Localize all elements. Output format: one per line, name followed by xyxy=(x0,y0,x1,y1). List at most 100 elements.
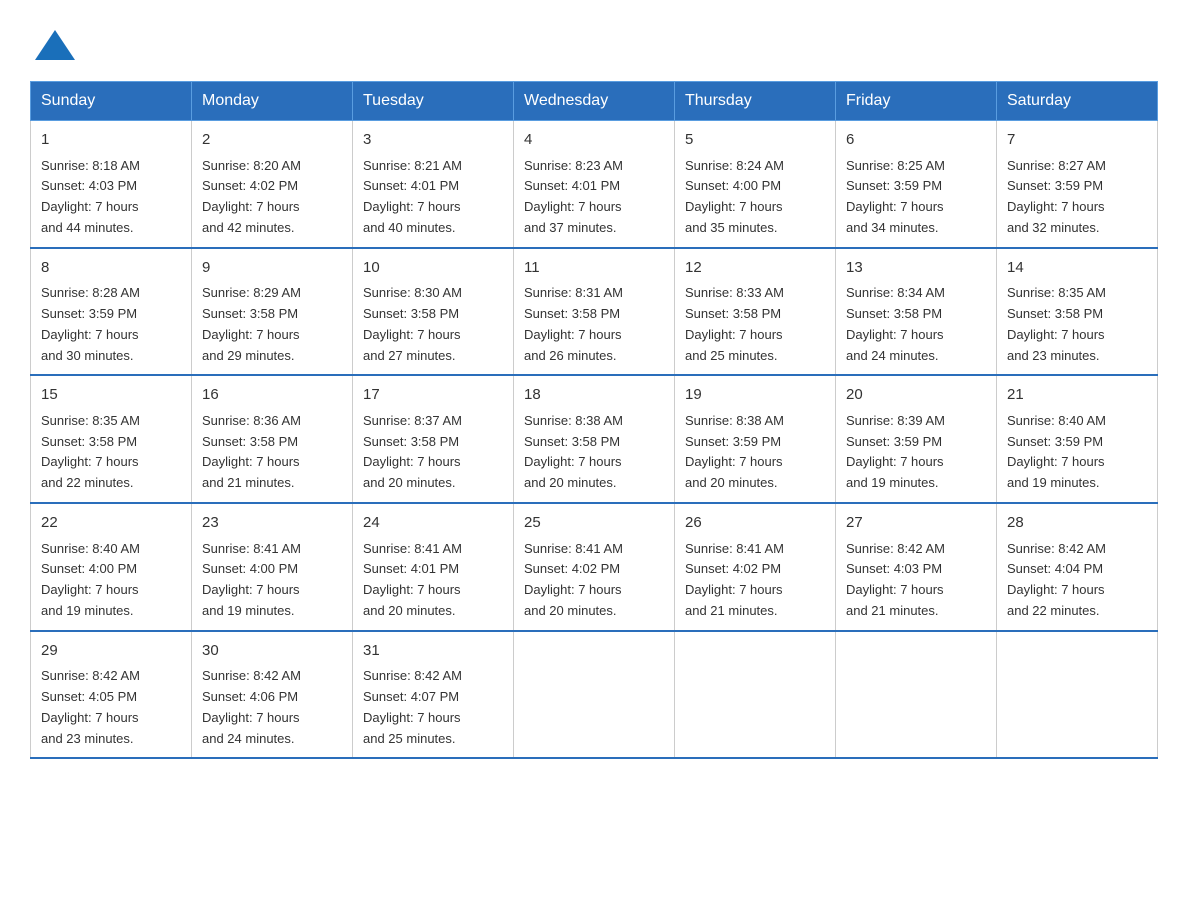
calendar-cell: 22 Sunrise: 8:40 AM Sunset: 4:00 PM Dayl… xyxy=(31,503,192,631)
calendar-cell: 13 Sunrise: 8:34 AM Sunset: 3:58 PM Dayl… xyxy=(836,248,997,376)
day-info: Sunrise: 8:27 AM Sunset: 3:59 PM Dayligh… xyxy=(1007,156,1147,239)
day-number: 26 xyxy=(685,512,825,535)
day-info: Sunrise: 8:20 AM Sunset: 4:02 PM Dayligh… xyxy=(202,156,342,239)
calendar-cell: 23 Sunrise: 8:41 AM Sunset: 4:00 PM Dayl… xyxy=(192,503,353,631)
week-row-3: 15 Sunrise: 8:35 AM Sunset: 3:58 PM Dayl… xyxy=(31,375,1158,503)
day-number: 18 xyxy=(524,384,664,407)
day-info: Sunrise: 8:40 AM Sunset: 3:59 PM Dayligh… xyxy=(1007,411,1147,494)
calendar-cell: 16 Sunrise: 8:36 AM Sunset: 3:58 PM Dayl… xyxy=(192,375,353,503)
weekday-header-wednesday: Wednesday xyxy=(514,82,675,121)
day-info: Sunrise: 8:33 AM Sunset: 3:58 PM Dayligh… xyxy=(685,283,825,366)
day-info: Sunrise: 8:23 AM Sunset: 4:01 PM Dayligh… xyxy=(524,156,664,239)
calendar-cell: 5 Sunrise: 8:24 AM Sunset: 4:00 PM Dayli… xyxy=(675,121,836,248)
day-info: Sunrise: 8:29 AM Sunset: 3:58 PM Dayligh… xyxy=(202,283,342,366)
weekday-header-saturday: Saturday xyxy=(997,82,1158,121)
day-number: 3 xyxy=(363,129,503,152)
calendar-cell: 26 Sunrise: 8:41 AM Sunset: 4:02 PM Dayl… xyxy=(675,503,836,631)
day-info: Sunrise: 8:28 AM Sunset: 3:59 PM Dayligh… xyxy=(41,283,181,366)
calendar-cell: 31 Sunrise: 8:42 AM Sunset: 4:07 PM Dayl… xyxy=(353,631,514,759)
day-info: Sunrise: 8:38 AM Sunset: 3:58 PM Dayligh… xyxy=(524,411,664,494)
calendar-cell: 14 Sunrise: 8:35 AM Sunset: 3:58 PM Dayl… xyxy=(997,248,1158,376)
calendar-cell: 8 Sunrise: 8:28 AM Sunset: 3:59 PM Dayli… xyxy=(31,248,192,376)
weekday-header-tuesday: Tuesday xyxy=(353,82,514,121)
day-number: 14 xyxy=(1007,257,1147,280)
day-info: Sunrise: 8:34 AM Sunset: 3:58 PM Dayligh… xyxy=(846,283,986,366)
day-number: 27 xyxy=(846,512,986,535)
day-number: 1 xyxy=(41,129,181,152)
page-header xyxy=(30,20,1158,61)
day-info: Sunrise: 8:42 AM Sunset: 4:05 PM Dayligh… xyxy=(41,666,181,749)
calendar-cell: 7 Sunrise: 8:27 AM Sunset: 3:59 PM Dayli… xyxy=(997,121,1158,248)
day-number: 12 xyxy=(685,257,825,280)
day-info: Sunrise: 8:30 AM Sunset: 3:58 PM Dayligh… xyxy=(363,283,503,366)
day-info: Sunrise: 8:38 AM Sunset: 3:59 PM Dayligh… xyxy=(685,411,825,494)
calendar-cell: 19 Sunrise: 8:38 AM Sunset: 3:59 PM Dayl… xyxy=(675,375,836,503)
weekday-header-friday: Friday xyxy=(836,82,997,121)
calendar-cell: 30 Sunrise: 8:42 AM Sunset: 4:06 PM Dayl… xyxy=(192,631,353,759)
day-number: 9 xyxy=(202,257,342,280)
calendar-cell: 4 Sunrise: 8:23 AM Sunset: 4:01 PM Dayli… xyxy=(514,121,675,248)
logo-icon xyxy=(30,20,80,65)
calendar-cell xyxy=(514,631,675,759)
day-info: Sunrise: 8:41 AM Sunset: 4:01 PM Dayligh… xyxy=(363,539,503,622)
day-info: Sunrise: 8:42 AM Sunset: 4:03 PM Dayligh… xyxy=(846,539,986,622)
day-number: 25 xyxy=(524,512,664,535)
day-number: 17 xyxy=(363,384,503,407)
day-info: Sunrise: 8:42 AM Sunset: 4:04 PM Dayligh… xyxy=(1007,539,1147,622)
day-info: Sunrise: 8:31 AM Sunset: 3:58 PM Dayligh… xyxy=(524,283,664,366)
calendar-cell: 2 Sunrise: 8:20 AM Sunset: 4:02 PM Dayli… xyxy=(192,121,353,248)
day-number: 11 xyxy=(524,257,664,280)
day-info: Sunrise: 8:41 AM Sunset: 4:00 PM Dayligh… xyxy=(202,539,342,622)
day-info: Sunrise: 8:40 AM Sunset: 4:00 PM Dayligh… xyxy=(41,539,181,622)
day-info: Sunrise: 8:41 AM Sunset: 4:02 PM Dayligh… xyxy=(685,539,825,622)
weekday-header-monday: Monday xyxy=(192,82,353,121)
calendar-cell: 17 Sunrise: 8:37 AM Sunset: 3:58 PM Dayl… xyxy=(353,375,514,503)
calendar-cell: 21 Sunrise: 8:40 AM Sunset: 3:59 PM Dayl… xyxy=(997,375,1158,503)
day-number: 16 xyxy=(202,384,342,407)
day-info: Sunrise: 8:39 AM Sunset: 3:59 PM Dayligh… xyxy=(846,411,986,494)
calendar-cell: 27 Sunrise: 8:42 AM Sunset: 4:03 PM Dayl… xyxy=(836,503,997,631)
week-row-5: 29 Sunrise: 8:42 AM Sunset: 4:05 PM Dayl… xyxy=(31,631,1158,759)
calendar-cell xyxy=(997,631,1158,759)
day-info: Sunrise: 8:42 AM Sunset: 4:07 PM Dayligh… xyxy=(363,666,503,749)
day-info: Sunrise: 8:35 AM Sunset: 3:58 PM Dayligh… xyxy=(1007,283,1147,366)
day-number: 6 xyxy=(846,129,986,152)
calendar-cell: 18 Sunrise: 8:38 AM Sunset: 3:58 PM Dayl… xyxy=(514,375,675,503)
day-number: 29 xyxy=(41,640,181,663)
day-info: Sunrise: 8:35 AM Sunset: 3:58 PM Dayligh… xyxy=(41,411,181,494)
calendar-cell: 15 Sunrise: 8:35 AM Sunset: 3:58 PM Dayl… xyxy=(31,375,192,503)
day-info: Sunrise: 8:25 AM Sunset: 3:59 PM Dayligh… xyxy=(846,156,986,239)
day-info: Sunrise: 8:36 AM Sunset: 3:58 PM Dayligh… xyxy=(202,411,342,494)
day-info: Sunrise: 8:18 AM Sunset: 4:03 PM Dayligh… xyxy=(41,156,181,239)
calendar-cell: 24 Sunrise: 8:41 AM Sunset: 4:01 PM Dayl… xyxy=(353,503,514,631)
calendar-cell: 10 Sunrise: 8:30 AM Sunset: 3:58 PM Dayl… xyxy=(353,248,514,376)
day-number: 23 xyxy=(202,512,342,535)
weekday-header-sunday: Sunday xyxy=(31,82,192,121)
day-info: Sunrise: 8:42 AM Sunset: 4:06 PM Dayligh… xyxy=(202,666,342,749)
day-number: 22 xyxy=(41,512,181,535)
calendar-cell: 28 Sunrise: 8:42 AM Sunset: 4:04 PM Dayl… xyxy=(997,503,1158,631)
week-row-2: 8 Sunrise: 8:28 AM Sunset: 3:59 PM Dayli… xyxy=(31,248,1158,376)
day-number: 4 xyxy=(524,129,664,152)
day-number: 8 xyxy=(41,257,181,280)
calendar-cell: 25 Sunrise: 8:41 AM Sunset: 4:02 PM Dayl… xyxy=(514,503,675,631)
logo xyxy=(30,20,80,61)
week-row-1: 1 Sunrise: 8:18 AM Sunset: 4:03 PM Dayli… xyxy=(31,121,1158,248)
day-number: 10 xyxy=(363,257,503,280)
calendar-cell: 29 Sunrise: 8:42 AM Sunset: 4:05 PM Dayl… xyxy=(31,631,192,759)
day-number: 30 xyxy=(202,640,342,663)
day-number: 15 xyxy=(41,384,181,407)
day-number: 24 xyxy=(363,512,503,535)
day-number: 31 xyxy=(363,640,503,663)
day-info: Sunrise: 8:21 AM Sunset: 4:01 PM Dayligh… xyxy=(363,156,503,239)
day-info: Sunrise: 8:37 AM Sunset: 3:58 PM Dayligh… xyxy=(363,411,503,494)
day-number: 5 xyxy=(685,129,825,152)
calendar-cell: 12 Sunrise: 8:33 AM Sunset: 3:58 PM Dayl… xyxy=(675,248,836,376)
weekday-header-row: SundayMondayTuesdayWednesdayThursdayFrid… xyxy=(31,82,1158,121)
day-number: 7 xyxy=(1007,129,1147,152)
calendar-cell: 3 Sunrise: 8:21 AM Sunset: 4:01 PM Dayli… xyxy=(353,121,514,248)
day-info: Sunrise: 8:41 AM Sunset: 4:02 PM Dayligh… xyxy=(524,539,664,622)
day-number: 21 xyxy=(1007,384,1147,407)
weekday-header-thursday: Thursday xyxy=(675,82,836,121)
day-number: 28 xyxy=(1007,512,1147,535)
